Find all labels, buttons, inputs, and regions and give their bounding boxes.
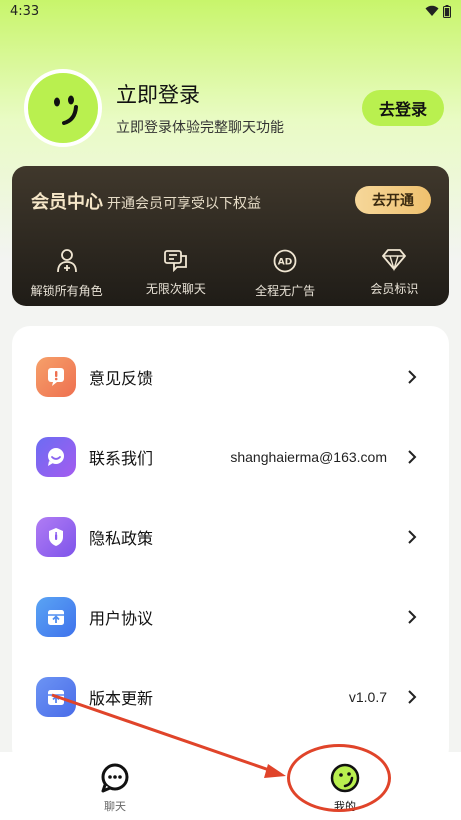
update-icon [36, 677, 76, 717]
message-glyph-icon [48, 448, 64, 466]
menu-item-label: 隐私政策 [89, 529, 154, 548]
status-time: 4:33 [10, 3, 40, 19]
status-icons [425, 4, 451, 18]
benefit-no-ads[interactable]: AD 全程无广告 [235, 248, 335, 299]
menu-item-contact[interactable]: 联系我们 shanghaierma@163.com [12, 427, 449, 487]
user-add-icon [56, 249, 77, 273]
chat-icon [101, 763, 129, 793]
profile-header: 立即登录 立即登录体验完整聊天功能 去登录 [24, 68, 444, 148]
bottom-tab-bar: 聊天 我的 [0, 752, 461, 820]
version-number: v1.0.7 [348, 689, 387, 705]
message-smile-icon [36, 437, 76, 477]
wifi-icon [425, 5, 439, 16]
benefit-label: 全程无广告 [255, 284, 316, 298]
login-button[interactable]: 去登录 [362, 90, 444, 126]
battery-icon [443, 4, 451, 18]
chat-bubbles-icon [163, 250, 187, 272]
tab-chat[interactable]: 聊天 [0, 752, 230, 820]
avatar[interactable] [24, 69, 102, 147]
box-glyph-icon [48, 610, 64, 625]
menu-item-label: 联系我们 [89, 449, 154, 468]
menu-item-label: 用户协议 [89, 609, 154, 628]
diamond-icon [382, 249, 407, 272]
svg-text:AD: AD [278, 258, 292, 268]
menu-item-privacy[interactable]: 隐私政策 [12, 507, 449, 567]
menu-item-label: 版本更新 [89, 689, 154, 708]
feedback-glyph-icon [48, 368, 64, 386]
vip-description: 开通会员可享受以下权益 [107, 196, 261, 212]
benefit-unlock-roles[interactable]: 解锁所有角色 [17, 248, 117, 299]
feedback-icon [36, 357, 76, 397]
chevron-right-icon [408, 530, 417, 544]
shield-glyph-icon [49, 528, 63, 546]
chevron-right-icon [408, 450, 417, 464]
ad-icon: AD [273, 249, 297, 273]
vip-title: 会员中心 [31, 192, 103, 213]
benefit-vip-badge[interactable]: 会员标识 [344, 248, 444, 299]
box-icon [36, 597, 76, 637]
vip-benefits: 解锁所有角色 无限次聊天 AD 全程无广告 会员标识 [12, 248, 449, 299]
chevron-right-icon [408, 370, 417, 384]
benefit-label: 无限次聊天 [145, 282, 206, 296]
benefit-unlimited-chat[interactable]: 无限次聊天 [126, 248, 226, 299]
face-icon [54, 95, 78, 125]
menu-item-version-update[interactable]: 版本更新 v1.0.7 [12, 667, 449, 727]
update-glyph-icon [48, 690, 64, 705]
tab-chat-label: 聊天 [104, 800, 126, 813]
contact-email: shanghaierma@163.com [230, 449, 387, 465]
annotation-circle [287, 744, 391, 812]
chevron-right-icon [408, 610, 417, 624]
menu-item-feedback[interactable]: 意见反馈 [12, 347, 449, 407]
benefit-label: 会员标识 [370, 282, 419, 296]
settings-menu: 意见反馈 联系我们 shanghaierma@163.com 隐私政策 用户协议… [12, 326, 449, 766]
shield-icon [36, 517, 76, 557]
vip-open-button[interactable]: 去开通 [355, 186, 431, 214]
benefit-label: 解锁所有角色 [30, 284, 103, 298]
vip-header: 会员中心 开通会员可享受以下权益 [31, 188, 261, 214]
vip-card[interactable]: 会员中心 开通会员可享受以下权益 去开通 解锁所有角色 无限次聊天 AD 全程无… [12, 166, 449, 306]
menu-item-user-agreement[interactable]: 用户协议 [12, 587, 449, 647]
chevron-right-icon [408, 690, 417, 704]
status-bar: 4:33 [0, 0, 461, 22]
menu-item-label: 意见反馈 [89, 369, 154, 388]
